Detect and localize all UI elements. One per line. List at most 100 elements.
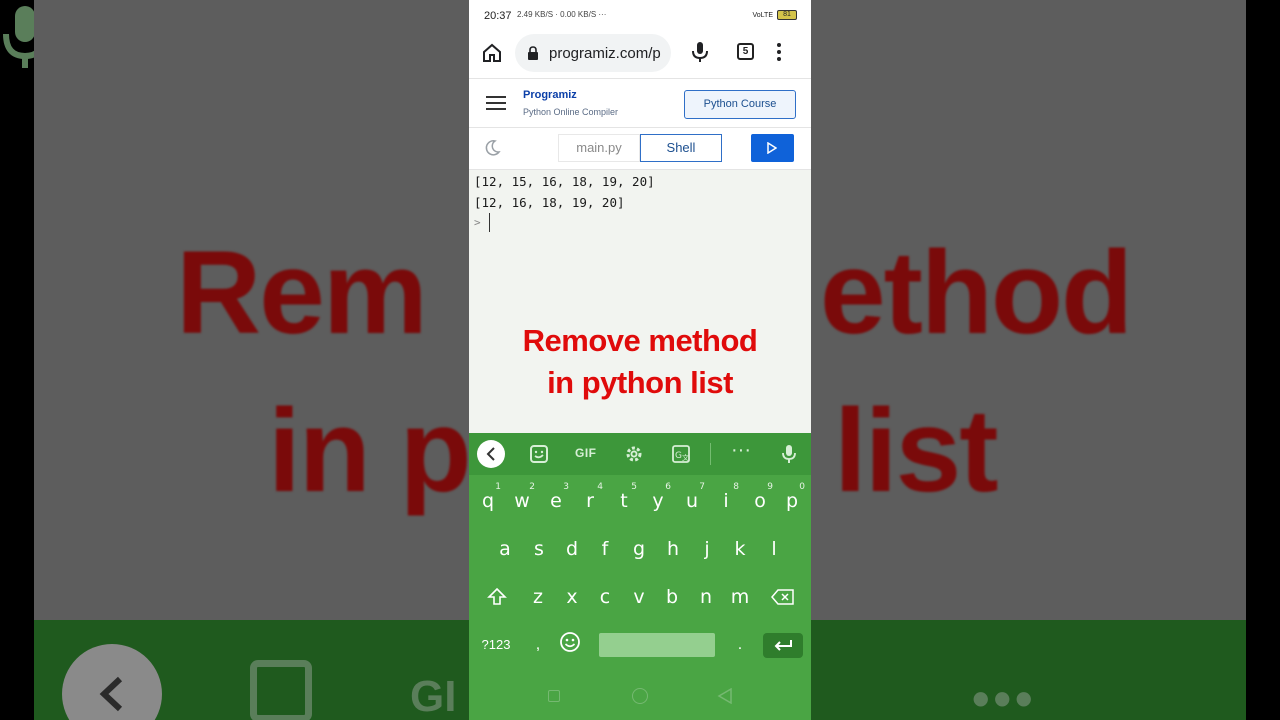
- shift-key[interactable]: [479, 573, 515, 621]
- svg-text:文: 文: [682, 453, 689, 462]
- key-hint: 3: [563, 482, 569, 492]
- key-m[interactable]: m: [723, 573, 757, 621]
- background-sticker-icon: [250, 660, 312, 720]
- key-label: t: [620, 490, 628, 512]
- key-b[interactable]: b: [655, 573, 689, 621]
- url-text: programiz.com/p: [549, 45, 661, 62]
- gear-icon[interactable]: [624, 444, 644, 469]
- key-d[interactable]: d: [555, 525, 589, 573]
- key-label: u: [685, 490, 699, 512]
- console-prompt: >: [474, 216, 481, 229]
- backspace-icon: [771, 589, 794, 605]
- run-button[interactable]: [751, 134, 794, 162]
- key-a[interactable]: a: [488, 525, 522, 573]
- key-g[interactable]: g: [622, 525, 656, 573]
- key-o[interactable]: o9: [743, 477, 777, 525]
- key-row-3: z x c v b n m: [469, 573, 811, 621]
- back-nav-icon[interactable]: [717, 687, 733, 709]
- key-h[interactable]: h: [656, 525, 690, 573]
- text-caret: [489, 213, 490, 232]
- key-v[interactable]: v: [622, 573, 656, 621]
- key-w[interactable]: w2: [505, 477, 539, 525]
- recents-icon[interactable]: [548, 690, 560, 702]
- hamburger-icon[interactable]: [486, 95, 506, 116]
- status-time: 20:37: [484, 10, 512, 22]
- key-f[interactable]: f: [588, 525, 622, 573]
- browser-toolbar: programiz.com/p 5: [469, 32, 811, 76]
- key-label: p: [785, 490, 799, 512]
- key-s[interactable]: s: [522, 525, 556, 573]
- tab-shell[interactable]: Shell: [640, 134, 722, 162]
- comma-key[interactable]: ,: [523, 621, 553, 669]
- translate-icon[interactable]: G文: [671, 444, 691, 469]
- background-gif-label: GI: [410, 672, 457, 720]
- key-hint: 0: [799, 482, 805, 492]
- tab-main-py[interactable]: main.py: [558, 134, 640, 162]
- key-x[interactable]: x: [555, 573, 589, 621]
- status-bar: 20:37 2.49 KB/S · 0.00 KB/S ··· VoLTE 81: [469, 0, 811, 32]
- overlay-title-line1: Remove method: [522, 323, 758, 358]
- key-e[interactable]: e3: [539, 477, 573, 525]
- video-overlay-title: Remove method in python list: [469, 320, 811, 404]
- key-hint: 7: [699, 482, 705, 492]
- voice-search-icon[interactable]: [691, 41, 709, 68]
- shell-console[interactable]: [12, 15, 16, 18, 19, 20] [12, 16, 18, 19…: [469, 170, 811, 433]
- lock-icon: [527, 46, 539, 65]
- python-course-button[interactable]: Python Course: [684, 90, 796, 119]
- key-hint: 2: [529, 482, 535, 492]
- key-row-1: q1 w2 e3 r4 t5 y6 u7 i8 o9 p0: [469, 477, 811, 525]
- background-title-fragment: ethod: [820, 227, 1133, 359]
- play-icon: [767, 142, 777, 154]
- key-i[interactable]: i8: [709, 477, 743, 525]
- more-options-icon[interactable]: ···: [731, 439, 751, 462]
- key-r[interactable]: r4: [573, 477, 607, 525]
- enter-icon: [774, 640, 792, 651]
- site-header: Programiz Python Online Compiler Python …: [469, 78, 811, 128]
- key-k[interactable]: k: [723, 525, 757, 573]
- status-speed: 2.49 KB/S · 0.00 KB/S ···: [517, 10, 607, 19]
- key-hint: 1: [495, 482, 501, 492]
- key-n[interactable]: n: [689, 573, 723, 621]
- keyboard-mic-icon[interactable]: [781, 444, 797, 469]
- svg-text:G: G: [675, 451, 682, 461]
- key-y[interactable]: y6: [641, 477, 675, 525]
- key-row-4: ?123 , .: [469, 621, 811, 669]
- key-hint: 8: [733, 482, 739, 492]
- backspace-key[interactable]: [765, 573, 801, 621]
- keyboard-toolbar: GIF G文 ···: [469, 433, 811, 475]
- key-label: q: [481, 490, 495, 512]
- symbols-key[interactable]: ?123: [473, 621, 519, 669]
- key-c[interactable]: c: [588, 573, 622, 621]
- background-title-fragment: Rem: [176, 227, 428, 359]
- home-nav-icon[interactable]: [632, 688, 648, 704]
- enter-key[interactable]: [763, 633, 803, 658]
- system-nav-bar: [469, 673, 811, 720]
- network-label: VoLTE: [752, 11, 774, 19]
- key-u[interactable]: u7: [675, 477, 709, 525]
- menu-icon[interactable]: [775, 41, 783, 68]
- key-label: y: [652, 490, 664, 512]
- key-l[interactable]: l: [757, 525, 791, 573]
- background-title-fragment: in p: [268, 385, 472, 517]
- gif-button[interactable]: GIF: [575, 446, 597, 460]
- key-p[interactable]: p0: [775, 477, 809, 525]
- programiz-logo[interactable]: Programiz: [523, 89, 577, 101]
- key-hint: 9: [767, 482, 773, 492]
- sticker-icon[interactable]: [529, 444, 549, 469]
- dark-mode-icon[interactable]: [483, 139, 501, 162]
- period-key[interactable]: .: [725, 621, 755, 669]
- key-j[interactable]: j: [690, 525, 724, 573]
- status-right: VoLTE 81: [752, 10, 797, 20]
- key-q[interactable]: q1: [471, 477, 505, 525]
- key-z[interactable]: z: [521, 573, 555, 621]
- key-label: e: [550, 490, 562, 512]
- emoji-icon[interactable]: [559, 631, 581, 658]
- key-label: i: [723, 490, 729, 512]
- tabs-icon[interactable]: 5: [737, 43, 754, 60]
- home-icon[interactable]: [481, 42, 503, 69]
- keyboard-back-icon[interactable]: [477, 440, 505, 468]
- key-t[interactable]: t5: [607, 477, 641, 525]
- space-key[interactable]: [599, 633, 715, 657]
- address-bar[interactable]: programiz.com/p: [515, 34, 671, 72]
- console-output-line: [12, 16, 18, 19, 20]: [474, 195, 625, 210]
